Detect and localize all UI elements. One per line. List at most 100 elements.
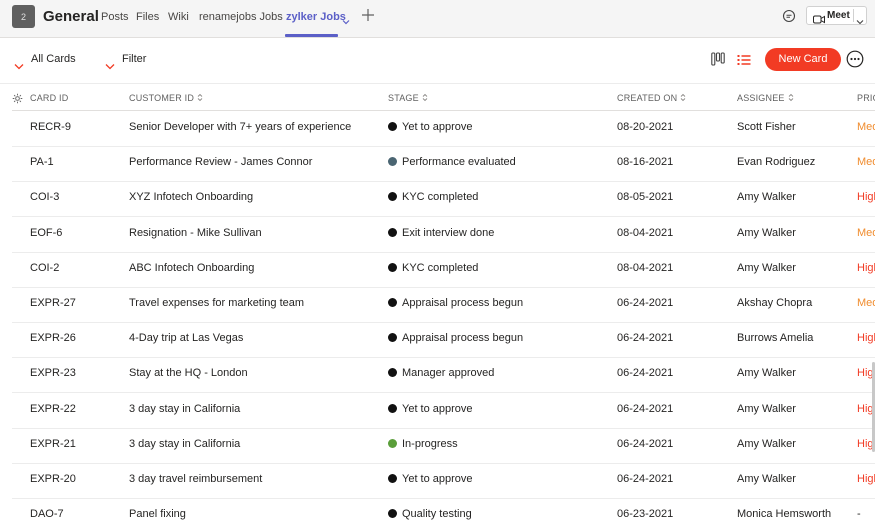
customer-id: Resignation - Mike Sullivan xyxy=(129,226,262,239)
stage-label: Yet to approve xyxy=(402,473,473,485)
column-header-priority[interactable]: PRIO xyxy=(857,93,875,103)
stage-status-dot xyxy=(388,122,397,131)
card-id[interactable]: COI-3 xyxy=(30,191,59,203)
column-header-card-id[interactable]: CARD ID xyxy=(30,93,68,103)
assignee: Amy Walker xyxy=(737,473,796,485)
stage-cell: Performance evaluated xyxy=(388,156,516,168)
stage-label: KYC completed xyxy=(402,191,479,204)
stage-label: Appraisal process begun xyxy=(402,297,524,309)
kanban-view-icon[interactable] xyxy=(711,52,725,71)
stage-cell: Quality testing xyxy=(388,508,472,520)
column-header-assignee[interactable]: ASSIGNEE xyxy=(737,93,794,104)
table-row[interactable]: COI-2 ABC Infotech Onboarding KYC complete… xyxy=(12,253,875,288)
priority: High xyxy=(857,191,875,204)
priority: Med xyxy=(857,226,875,239)
stage-cell: KYC completed xyxy=(388,262,478,274)
stage-cell: KYC completed xyxy=(388,191,478,203)
tab-posts[interactable]: Posts xyxy=(101,11,129,23)
priority: High xyxy=(857,261,875,274)
table-row[interactable]: EXPR-22 3 day stay in California Yet to ap… xyxy=(12,394,875,429)
tab-wiki[interactable]: Wiki xyxy=(168,11,189,23)
stage-status-dot xyxy=(388,298,397,307)
new-card-button[interactable]: New Card xyxy=(765,48,841,71)
created-on: 06-24-2021 xyxy=(617,297,674,309)
stage-cell: Yet to approve xyxy=(388,473,473,485)
stage-status-dot xyxy=(388,403,397,413)
assignee: Amy Walker xyxy=(737,191,796,204)
column-header-created-on[interactable]: CREATED ON xyxy=(617,93,686,104)
table-row[interactable]: EXPR-27 Travel expenses for marketing tea… xyxy=(12,288,875,323)
card-id[interactable]: EOF-6 xyxy=(30,227,62,239)
stage-label: In-progress xyxy=(402,437,458,450)
divider xyxy=(853,9,854,22)
table-row[interactable]: RECR-9 Senior Developer with 7+ years of … xyxy=(12,112,875,147)
priority: Med xyxy=(857,121,875,133)
table-row[interactable]: EXPR-21 3 day stay in California In-progre… xyxy=(12,429,875,464)
customer-id: Travel expenses for marketing team xyxy=(129,297,305,309)
stage-label: Quality testing xyxy=(402,508,472,521)
table-row[interactable]: PA-1 Performance Review - James Connor Per… xyxy=(12,147,875,183)
sort-icon xyxy=(788,93,794,104)
stage-label: Appraisal process begun xyxy=(402,332,524,345)
chat-icon[interactable] xyxy=(782,9,796,28)
card-id[interactable]: EXPR-27 xyxy=(30,297,76,309)
more-options-icon[interactable] xyxy=(846,50,864,73)
assignee: Scott Fisher xyxy=(737,121,796,133)
card-id[interactable]: COI-2 xyxy=(30,262,59,274)
stage-status-dot xyxy=(388,262,397,272)
card-id[interactable]: DAO-7 xyxy=(30,508,64,520)
column-header-label: CREATED ON xyxy=(617,93,678,103)
table-row[interactable]: EXPR-20 3 day travel reimbursement Yet to … xyxy=(12,464,875,499)
assignee: Amy Walker xyxy=(737,437,796,450)
table-row[interactable]: COI-3 XYZ Infotech Onboarding KYC complete… xyxy=(12,182,875,218)
table-row[interactable]: EXPR-26 4-Day trip at Las Vegas Appraisal … xyxy=(12,323,875,359)
created-on: 06-24-2021 xyxy=(617,367,674,380)
table-row[interactable]: EOF-6 Resignation - Mike Sullivan Exit int… xyxy=(12,218,875,253)
board-toolbar: All Cards Filter New Card xyxy=(0,38,875,84)
customer-id: Senior Developer with 7+ years of experi… xyxy=(129,121,352,133)
column-header-label: ASSIGNEE xyxy=(737,93,785,103)
chevron-down-icon[interactable] xyxy=(856,12,864,30)
table-row[interactable]: DAO-7 Panel fixing Quality testing 06-23-20… xyxy=(12,499,875,532)
channel-header: 2 General Posts Files Wiki renamejobs Jo… xyxy=(0,0,875,38)
card-id[interactable]: EXPR-21 xyxy=(30,438,76,450)
created-on: 08-05-2021 xyxy=(617,191,674,204)
card-id[interactable]: EXPR-20 xyxy=(30,473,76,485)
stage-cell: Appraisal process begun xyxy=(388,297,523,309)
card-id[interactable]: RECR-9 xyxy=(30,121,71,133)
column-header-label: CUSTOMER ID xyxy=(129,93,195,103)
customer-id: Panel fixing xyxy=(129,508,186,521)
stage-status-dot xyxy=(388,227,397,237)
meet-button[interactable]: Meet xyxy=(806,6,867,25)
assignee: Evan Rodriguez xyxy=(737,156,816,169)
view-label: All Cards xyxy=(31,53,76,65)
sort-icon xyxy=(680,93,686,104)
chevron-down-icon[interactable] xyxy=(342,12,350,30)
column-header-customer-id[interactable]: CUSTOMER ID xyxy=(129,93,203,104)
column-header-label: CARD ID xyxy=(30,93,69,103)
stage-cell: Appraisal process begun xyxy=(388,332,523,344)
customer-id: Performance Review - James Connor xyxy=(129,156,313,169)
card-id[interactable]: EXPR-26 xyxy=(30,332,76,344)
priority: Med xyxy=(857,297,875,309)
created-on: 06-24-2021 xyxy=(617,402,674,415)
tab-zylker-jobs[interactable]: zylker Jobs xyxy=(286,11,346,23)
card-id[interactable]: EXPR-22 xyxy=(30,403,76,415)
stage-status-dot xyxy=(388,474,397,483)
priority: - xyxy=(857,508,861,521)
card-id[interactable]: PA-1 xyxy=(30,156,54,168)
table-row[interactable]: EXPR-23 Stay at the HQ - London Manager ap… xyxy=(12,358,875,394)
column-settings-icon[interactable] xyxy=(12,91,23,109)
stage-cell: Exit interview done xyxy=(388,227,494,239)
card-id[interactable]: EXPR-23 xyxy=(30,367,76,379)
customer-id: ABC Infotech Onboarding xyxy=(129,261,255,274)
tab-renamejobs-jobs[interactable]: renamejobs Jobs xyxy=(199,11,283,23)
add-tab-icon[interactable] xyxy=(361,8,375,27)
list-view-icon[interactable] xyxy=(737,53,751,71)
created-on: 06-23-2021 xyxy=(617,508,674,521)
column-header-stage[interactable]: STAGE xyxy=(388,93,428,104)
tab-files[interactable]: Files xyxy=(136,11,159,23)
stage-status-dot xyxy=(388,438,397,448)
team-avatar[interactable]: 2 xyxy=(12,5,35,28)
video-camera-icon xyxy=(813,11,825,29)
